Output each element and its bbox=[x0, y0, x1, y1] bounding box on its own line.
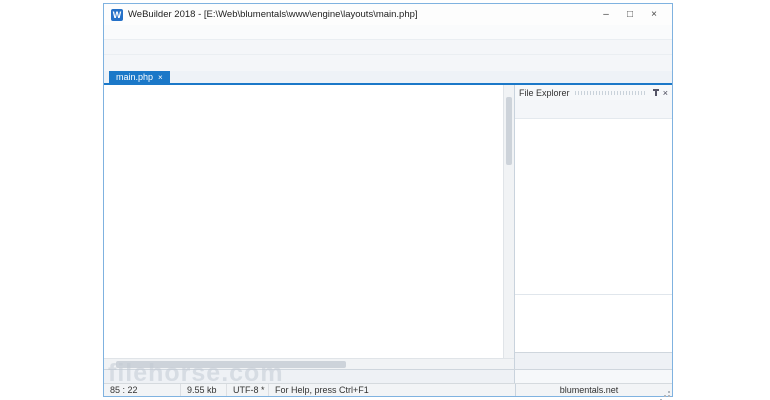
status-help-text: For Help, press Ctrl+F1 bbox=[269, 384, 516, 396]
status-encoding: UTF-8 * bbox=[227, 384, 269, 396]
file-explorer-panel: File Explorer × bbox=[514, 85, 672, 369]
tab-nav-buttons bbox=[667, 71, 672, 83]
menu-bar bbox=[104, 25, 672, 39]
pin-icon[interactable] bbox=[652, 89, 659, 96]
folder-tree bbox=[515, 119, 672, 294]
minimize-button[interactable]: – bbox=[594, 9, 618, 20]
maximize-button[interactable]: □ bbox=[618, 9, 642, 20]
status-bar: 85 : 22 9.55 kb UTF-8 * For Help, press … bbox=[104, 383, 672, 396]
application-window: W WeBuilder 2018 - [E:\Web\blumentals\ww… bbox=[103, 3, 673, 397]
toolbar-format bbox=[104, 54, 672, 71]
file-list bbox=[515, 294, 672, 352]
editor-vertical-scrollbar[interactable] bbox=[503, 85, 514, 358]
doc-tab-main-php[interactable]: main.php × bbox=[109, 71, 170, 83]
close-button[interactable]: × bbox=[642, 9, 666, 20]
window-title: WeBuilder 2018 - [E:\Web\blumentals\www\… bbox=[128, 9, 418, 20]
doc-tab-label: main.php bbox=[116, 72, 154, 82]
app-icon: W bbox=[111, 8, 123, 21]
editor-horizontal-scrollbar[interactable] bbox=[104, 358, 514, 369]
dock-tabs bbox=[514, 370, 672, 383]
editor-mode-tabs bbox=[104, 370, 514, 383]
panel-grip bbox=[574, 90, 647, 95]
status-file-size: 9.55 kb bbox=[181, 384, 227, 396]
scrollbar-thumb[interactable] bbox=[506, 97, 512, 165]
tab-close-icon[interactable]: × bbox=[158, 73, 163, 82]
explorer-tabs bbox=[515, 352, 672, 369]
code-editor bbox=[104, 85, 514, 369]
panel-close-icon[interactable]: × bbox=[663, 88, 668, 98]
title-bar: W WeBuilder 2018 - [E:\Web\blumentals\ww… bbox=[104, 4, 672, 25]
panel-header: File Explorer × bbox=[515, 85, 672, 100]
toolbar-standard bbox=[104, 39, 672, 54]
status-cursor-position: 85 : 22 bbox=[104, 384, 181, 396]
code-text-area[interactable] bbox=[104, 85, 503, 358]
resize-grip[interactable] bbox=[662, 385, 672, 395]
status-site: blumentals.net bbox=[559, 385, 619, 395]
panel-title: File Explorer bbox=[519, 87, 570, 98]
scrollbar-thumb[interactable] bbox=[116, 361, 346, 368]
document-tab-bar: main.php × bbox=[104, 71, 672, 85]
explorer-toolbar bbox=[515, 100, 672, 119]
